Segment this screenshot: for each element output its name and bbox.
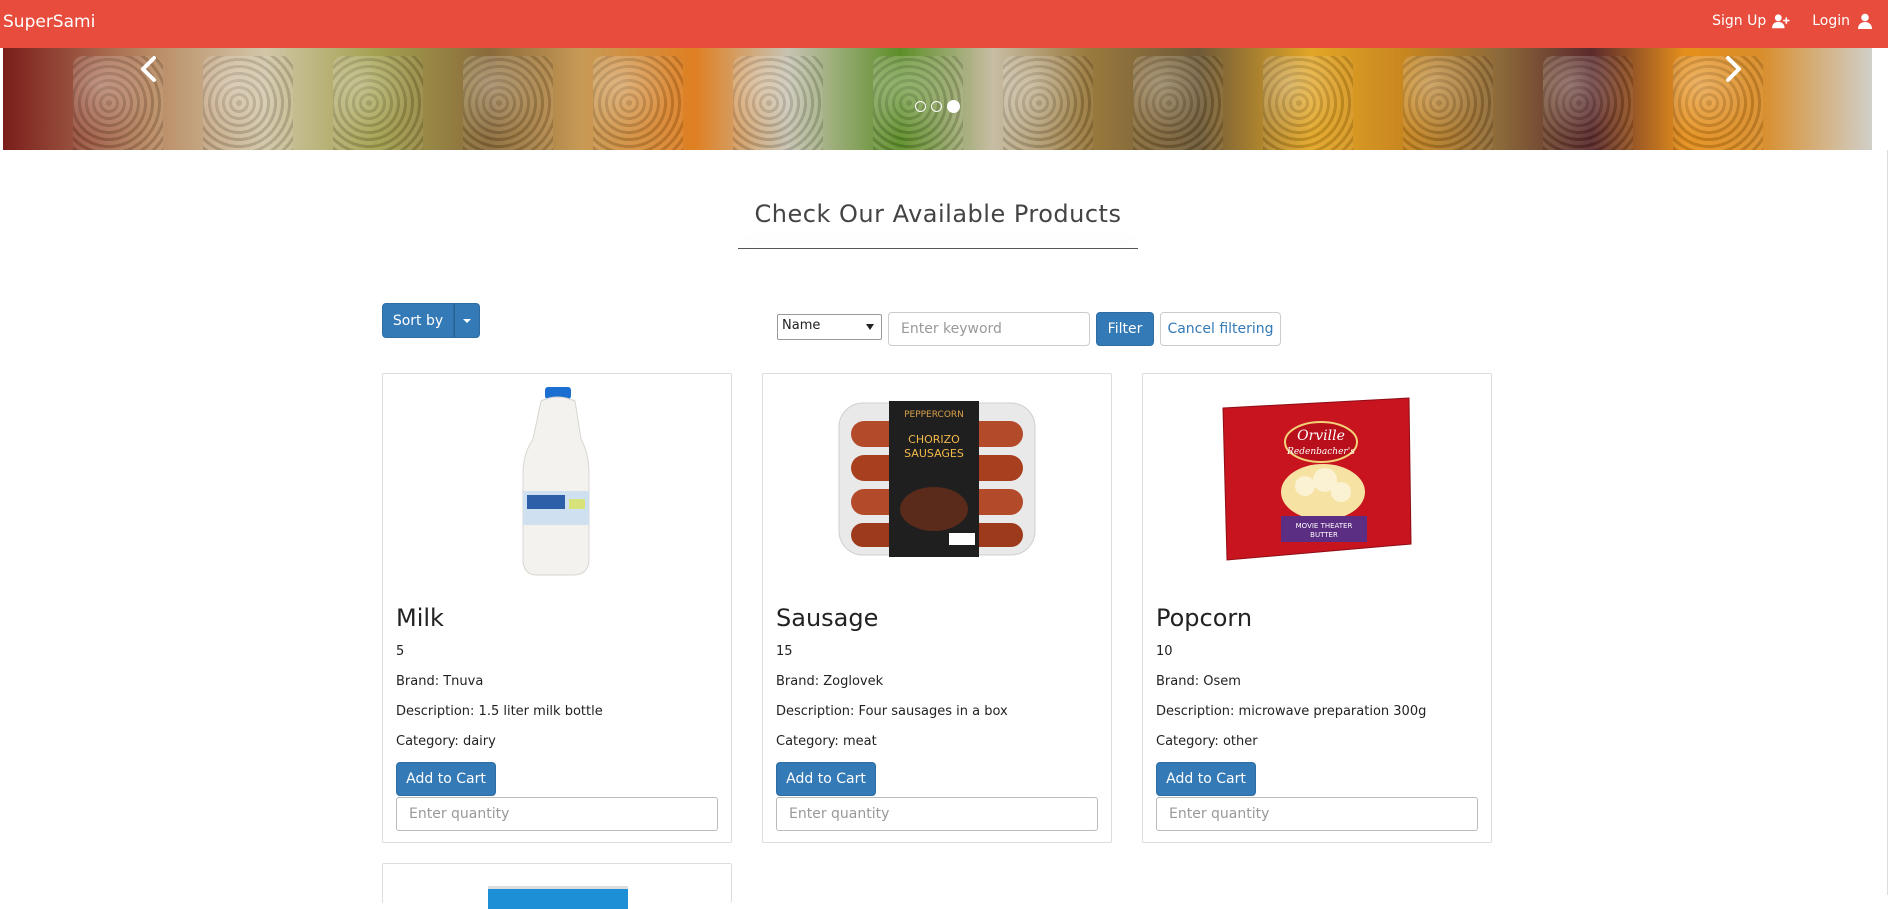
product-card: PEPPERCORN CHORIZO SAUSAGES Sausage 15 B… [762, 373, 1112, 843]
product-image [488, 886, 628, 909]
carousel-jar-image [463, 56, 553, 150]
sausage-package-image: PEPPERCORN CHORIZO SAUSAGES [838, 401, 1036, 557]
quantity-input[interactable]: Enter quantity [776, 797, 1098, 831]
product-card: Milk 5 Brand: Tnuva Description: 1.5 lit… [382, 373, 732, 843]
carousel-jar-image [733, 56, 823, 150]
svg-text:Orville: Orville [1297, 428, 1345, 444]
sort-toggle-button[interactable] [454, 303, 480, 338]
add-to-cart-button[interactable]: Add to Cart [396, 762, 496, 796]
product-image [383, 374, 731, 584]
carousel-jar-image [1263, 56, 1353, 150]
sort-button[interactable]: Sort by [382, 303, 454, 338]
svg-text:BUTTER: BUTTER [1310, 531, 1338, 539]
svg-text:CHORIZO: CHORIZO [908, 433, 960, 446]
carousel-indicator-3[interactable] [947, 100, 960, 113]
carousel-next-button[interactable] [1718, 54, 1748, 84]
carousel-indicator-2[interactable] [931, 101, 942, 112]
filter-field-select[interactable]: Name [777, 314, 882, 340]
product-price: 15 [776, 644, 793, 659]
carousel-jar-image [1403, 56, 1493, 150]
product-card: Orville Redenbacher's MOVIE THEATER BUTT… [1142, 373, 1492, 843]
add-to-cart-button[interactable]: Add to Cart [1156, 762, 1256, 796]
popcorn-box-image: Orville Redenbacher's MOVIE THEATER BUTT… [1222, 397, 1412, 561]
product-card [382, 863, 732, 909]
user-plus-icon [1772, 14, 1790, 29]
product-description: Description: microwave preparation 300g [1156, 704, 1427, 719]
user-icon [1858, 13, 1872, 29]
product-brand: Brand: Tnuva [396, 674, 484, 689]
milk-bottle-image [522, 387, 590, 576]
filter-button[interactable]: Filter [1096, 312, 1154, 346]
login-label: Login [1812, 13, 1850, 29]
product-name: Popcorn [1156, 604, 1253, 632]
nav-right: Sign Up Login [1712, 13, 1874, 29]
chevron-right-icon [1726, 56, 1741, 82]
svg-text:SAUSAGES: SAUSAGES [904, 447, 964, 460]
product-name: Milk [396, 604, 444, 632]
product-price: 5 [396, 644, 405, 659]
keyword-input[interactable]: Enter keyword [888, 312, 1090, 346]
carousel-jar-image [593, 56, 683, 150]
product-brand: Brand: Zoglovek [776, 674, 884, 689]
carousel-indicators [915, 100, 960, 113]
product-category: Category: meat [776, 734, 877, 749]
chevron-left-icon [141, 56, 156, 82]
carousel-jar-image [333, 56, 423, 150]
svg-text:Redenbacher's: Redenbacher's [1286, 447, 1355, 457]
svg-text:PEPPERCORN: PEPPERCORN [904, 410, 964, 420]
quantity-input[interactable]: Enter quantity [396, 797, 718, 831]
navbar: SuperSami Sign Up Login [0, 0, 1888, 48]
add-to-cart-button[interactable]: Add to Cart [776, 762, 876, 796]
product-image: Orville Redenbacher's MOVIE THEATER BUTT… [1143, 374, 1491, 584]
product-description: Description: 1.5 liter milk bottle [396, 704, 603, 719]
product-category: Category: dairy [396, 734, 496, 749]
filter-field-value: Name [782, 318, 821, 333]
carousel-indicator-1[interactable] [915, 101, 926, 112]
login-link[interactable]: Login [1812, 13, 1874, 29]
product-name: Sausage [776, 604, 879, 632]
product-brand: Brand: Osem [1156, 674, 1241, 689]
signup-label: Sign Up [1712, 13, 1767, 29]
page-title: Check Our Available Products [754, 200, 1122, 228]
signup-link[interactable]: Sign Up [1712, 13, 1790, 29]
carousel-prev-button[interactable] [134, 54, 164, 84]
product-price: 10 [1156, 644, 1173, 659]
carousel-jar-image [1003, 56, 1093, 150]
caret-down-icon [463, 318, 471, 323]
product-category: Category: other [1156, 734, 1258, 749]
svg-text:MOVIE THEATER: MOVIE THEATER [1296, 522, 1353, 530]
select-arrow-icon [866, 324, 874, 330]
quantity-input[interactable]: Enter quantity [1156, 797, 1478, 831]
carousel-jar-image [203, 56, 293, 150]
title-divider [738, 248, 1138, 249]
hero-carousel [3, 48, 1872, 150]
product-image: PEPPERCORN CHORIZO SAUSAGES [763, 374, 1111, 584]
sort-dropdown: Sort by [382, 303, 480, 338]
cancel-filtering-button[interactable]: Cancel filtering [1160, 312, 1281, 346]
carousel-jar-image [1543, 56, 1633, 150]
brand-logo[interactable]: SuperSami [3, 12, 95, 32]
product-description: Description: Four sausages in a box [776, 704, 1008, 719]
carousel-jar-image [1133, 56, 1223, 150]
